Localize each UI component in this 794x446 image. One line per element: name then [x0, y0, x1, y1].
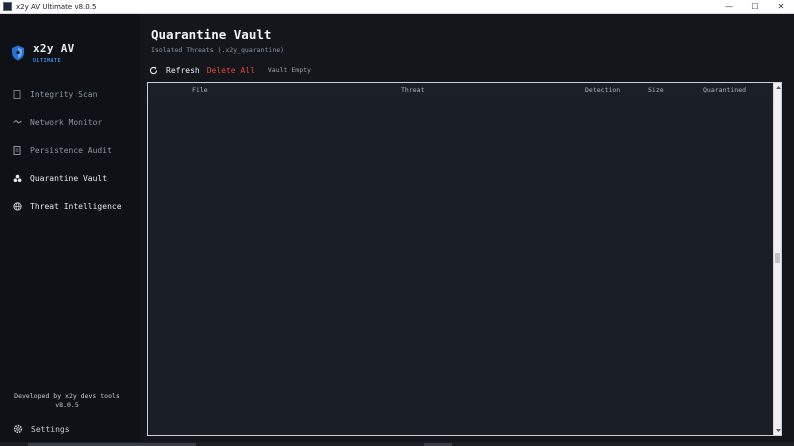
column-header-quarantined[interactable]: Quarantined — [703, 83, 746, 97]
credit-line: Developed by x2y devs tools — [14, 392, 120, 400]
horizontal-scrollbar[interactable] — [0, 442, 794, 446]
sidebar-item-persistence-audit[interactable]: Persistence Audit — [0, 136, 140, 164]
column-header-file[interactable]: File — [192, 83, 208, 97]
window-title: x2y AV Ultimate v8.0.5 — [16, 2, 97, 11]
minimize-button[interactable]: — — [716, 0, 742, 13]
settings-label: Settings — [31, 424, 70, 434]
vertical-scrollbar[interactable] — [773, 83, 781, 435]
toolbar: Refresh Delete All Vault Empty — [148, 63, 311, 77]
sidebar-item-threat-intelligence[interactable]: Threat Intelligence — [0, 192, 140, 220]
sidebar: x2y AV ULTIMATE Integrity Scan Network M… — [0, 14, 140, 446]
window-titlebar: x2y AV Ultimate v8.0.5 — ☐ ✕ — [0, 0, 794, 14]
app-icon — [3, 2, 12, 11]
sidebar-nav: Integrity Scan Network Monitor Persisten… — [0, 80, 140, 220]
vault-status: Vault Empty — [267, 66, 311, 74]
table-body — [148, 97, 773, 435]
maximize-button[interactable]: ☐ — [742, 0, 768, 13]
quarantine-table: File Threat Detection Size Quarantined — [147, 82, 782, 436]
sidebar-item-integrity-scan[interactable]: Integrity Scan — [0, 80, 140, 108]
column-header-detection[interactable]: Detection — [585, 83, 620, 97]
refresh-label: Refresh — [166, 65, 200, 75]
credit-text: Developed by x2y devs tools v8.0.5 — [0, 392, 134, 410]
column-header-size[interactable]: Size — [648, 83, 664, 97]
delete-all-button[interactable]: Delete All — [207, 66, 255, 75]
document-icon — [12, 145, 22, 155]
pulse-icon — [12, 117, 22, 127]
sidebar-item-label: Integrity Scan — [30, 89, 98, 99]
version-label: v8.0.5 — [55, 401, 79, 409]
brand-name: x2y AV — [33, 42, 75, 55]
sidebar-item-network-monitor[interactable]: Network Monitor — [0, 108, 140, 136]
file-icon — [12, 89, 22, 99]
refresh-button[interactable]: Refresh — [148, 65, 200, 75]
sidebar-item-label: Threat Intelligence — [30, 201, 122, 211]
sidebar-item-label: Network Monitor — [30, 117, 103, 127]
globe-icon — [12, 201, 22, 211]
scroll-up-arrow-icon[interactable] — [774, 83, 782, 92]
biohazard-icon — [12, 173, 22, 183]
close-button[interactable]: ✕ — [768, 0, 794, 13]
sidebar-item-quarantine-vault[interactable]: Quarantine Vault — [0, 164, 140, 192]
page-title: Quarantine Vault — [151, 27, 272, 42]
brand: x2y AV ULTIMATE — [11, 42, 131, 68]
scrollbar-thumb[interactable] — [775, 253, 780, 263]
brand-edition: ULTIMATE — [33, 58, 62, 64]
settings-button[interactable]: Settings — [13, 422, 70, 436]
gear-icon — [13, 424, 23, 434]
sidebar-item-label: Persistence Audit — [30, 145, 112, 155]
sidebar-item-label: Quarantine Vault — [30, 173, 108, 183]
window-controls: — ☐ ✕ — [716, 0, 794, 13]
column-header-threat[interactable]: Threat — [401, 83, 424, 97]
refresh-icon — [148, 65, 158, 75]
shield-icon — [12, 45, 24, 61]
table-header: File Threat Detection Size Quarantined — [148, 83, 773, 98]
page-subtitle: Isolated Threats (.x2y_quarantine) — [151, 46, 285, 54]
scroll-down-arrow-icon[interactable] — [774, 426, 782, 435]
